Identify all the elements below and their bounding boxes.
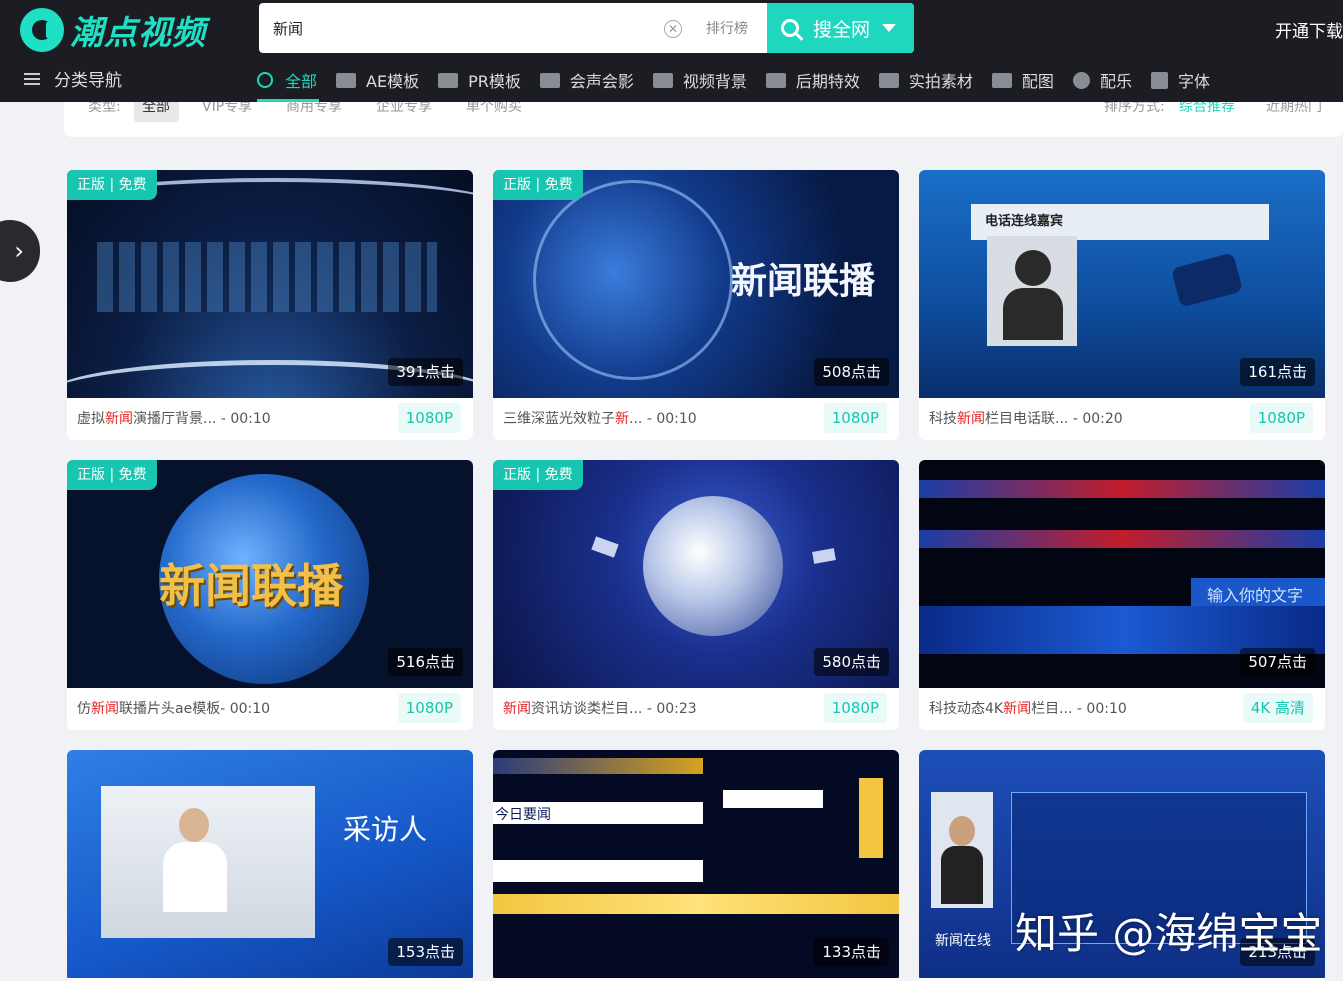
tab-fonts[interactable]: 字体 <box>1150 62 1229 98</box>
ae-icon <box>336 72 357 88</box>
image-icon <box>991 72 1012 88</box>
category-nav-label: 分类导航 <box>54 71 122 91</box>
video-card[interactable]: 采访人 153点击 <box>67 750 473 981</box>
resolution-badge: 4K 高清 <box>1242 693 1313 723</box>
logo-icon <box>20 8 64 52</box>
thumbnail-title: 新闻联播 <box>731 260 876 302</box>
tab-video-bg[interactable]: 视频背景 <box>652 62 766 98</box>
search-button-label: 搜全网 <box>813 18 871 41</box>
video-thumbnail[interactable]: 新闻联播 正版 | 免费 516点击 <box>67 460 473 688</box>
logo-text: 潮点视频 <box>70 13 206 52</box>
video-thumbnail[interactable]: 采访人 153点击 <box>67 750 473 978</box>
click-count: 580点击 <box>814 648 889 676</box>
resolution-badge: 1080P <box>823 693 887 723</box>
video-title[interactable]: 虚拟新闻演播厅背景... - 00:10 <box>77 408 271 428</box>
tab-label: PR模板 <box>468 72 521 91</box>
video-card[interactable]: 新闻联播 正版 | 免费 508点击 三维深蓝光效粒子新... - 00:10 … <box>493 170 899 440</box>
tab-all[interactable]: 全部 <box>257 62 336 102</box>
tab-music[interactable]: 配乐 <box>1072 62 1151 98</box>
tab-label: 配乐 <box>1099 72 1132 91</box>
thumbnail-title: 新闻在线 <box>935 933 991 949</box>
pr-icon <box>438 72 459 88</box>
video-title[interactable]: 新闻资讯访谈类栏目... - 00:23 <box>503 698 697 718</box>
click-count: 516点击 <box>388 648 463 676</box>
search-button[interactable]: 搜全网 <box>767 3 914 53</box>
tab-label: 字体 <box>1177 72 1210 91</box>
video-thumbnail[interactable]: 正版 | 免费 391点击 <box>67 170 473 398</box>
video-title[interactable]: 三维深蓝光效粒子新... - 00:10 <box>503 408 697 428</box>
category-nav-toggle[interactable]: 分类导航 <box>24 66 122 91</box>
license-badge: 正版 | 免费 <box>67 460 157 490</box>
video-thumbnail[interactable]: 电话连线嘉宾 161点击 <box>919 170 1325 398</box>
tab-ae[interactable]: AE模板 <box>336 62 438 98</box>
video-card[interactable]: 电话连线嘉宾 161点击 科技新闻栏目电话联... - 00:20 1080P <box>919 170 1325 440</box>
video-thumbnail[interactable]: 今日要闻 133点击 <box>493 750 899 978</box>
resolution-badge: 1080P <box>823 403 887 433</box>
chevron-down-icon[interactable] <box>882 24 897 32</box>
license-badge: 正版 | 免费 <box>493 460 583 490</box>
thumbnail-title: 今日要闻 <box>495 807 551 823</box>
video-icon <box>539 72 560 88</box>
video-title[interactable]: 仿新闻联播片头ae模板- 00:10 <box>77 698 270 718</box>
license-badge: 正版 | 免费 <box>493 170 583 200</box>
thumbnail-title: 输入你的文字 <box>1207 586 1304 605</box>
search-bar: ✕ 排行榜 搜全网 <box>259 3 914 53</box>
top-header: 潮点视频 ✕ 排行榜 搜全网 开通下载 分类导航 全部 AE模板 PR模板 会声… <box>0 0 1343 102</box>
video-card[interactable]: 输入你的文字 507点击 科技动态4K新闻栏目... - 00:10 4K 高清 <box>919 460 1325 730</box>
vip-download-link[interactable]: 开通下载 <box>1275 17 1343 42</box>
click-count: 153点击 <box>388 938 463 966</box>
video-title[interactable]: 科技动态4K新闻栏目... - 00:10 <box>929 698 1127 718</box>
tab-label: AE模板 <box>366 72 420 91</box>
resolution-badge: 1080P <box>397 693 461 723</box>
tab-images[interactable]: 配图 <box>991 62 1073 98</box>
click-count: 391点击 <box>388 358 463 386</box>
tab-label: 配图 <box>1021 72 1054 91</box>
tab-footage[interactable]: 实拍素材 <box>878 62 992 98</box>
tab-label: 全部 <box>285 72 318 91</box>
effects-icon <box>765 72 786 88</box>
menu-icon <box>24 72 40 85</box>
tab-vegas[interactable]: 会声会影 <box>539 62 653 98</box>
category-tabs: 全部 AE模板 PR模板 会声会影 视频背景 后期特效 实拍素材 配图 配乐 字… <box>257 62 1229 102</box>
license-badge: 正版 | 免费 <box>67 170 157 200</box>
tab-label: 视频背景 <box>682 72 747 91</box>
video-thumbnail[interactable]: 正版 | 免费 580点击 <box>493 460 899 688</box>
tab-label: 会声会影 <box>569 72 634 91</box>
search-icon <box>257 72 273 88</box>
camera-icon <box>878 72 899 88</box>
resolution-badge: 1080P <box>1249 403 1313 433</box>
video-title[interactable]: 科技新闻栏目电话联... - 00:20 <box>929 408 1123 428</box>
music-icon <box>1072 71 1090 89</box>
video-thumbnail[interactable]: 输入你的文字 507点击 <box>919 460 1325 688</box>
tab-label: 实拍素材 <box>908 72 973 91</box>
tab-effects[interactable]: 后期特效 <box>765 62 879 98</box>
video-card[interactable]: 正版 | 免费 391点击 虚拟新闻演播厅背景... - 00:10 1080P <box>67 170 473 440</box>
tab-label: 后期特效 <box>795 72 860 91</box>
side-expand-button[interactable]: › <box>0 220 40 282</box>
click-count: 508点击 <box>814 358 889 386</box>
click-count: 507点击 <box>1240 648 1315 676</box>
resolution-badge: 1080P <box>397 403 461 433</box>
thumbnail-title: 新闻联播 <box>159 559 343 613</box>
video-card[interactable]: 新闻联播 正版 | 免费 516点击 仿新闻联播片头ae模板- 00:10 10… <box>67 460 473 730</box>
font-icon <box>1150 71 1168 89</box>
click-count: 133点击 <box>814 938 889 966</box>
site-logo[interactable]: 潮点视频 <box>20 6 206 54</box>
video-card[interactable]: 正版 | 免费 580点击 新闻资讯访谈类栏目... - 00:23 1080P <box>493 460 899 730</box>
tab-pr[interactable]: PR模板 <box>438 62 540 98</box>
search-icon <box>781 19 799 37</box>
search-input[interactable] <box>273 3 653 53</box>
video-thumbnail[interactable]: 新闻联播 正版 | 免费 508点击 <box>493 170 899 398</box>
thumbnail-title: 电话连线嘉宾 <box>985 214 1064 229</box>
background-icon <box>652 72 673 88</box>
rank-link[interactable]: 排行榜 <box>706 18 748 38</box>
thumbnail-title: 采访人 <box>343 813 428 846</box>
clear-icon[interactable]: ✕ <box>664 20 682 38</box>
chevron-right-icon: › <box>14 237 24 265</box>
click-count: 161点击 <box>1240 358 1315 386</box>
watermark-text: 知乎 @海绵宝宝 <box>1015 909 1323 958</box>
video-card[interactable]: 今日要闻 133点击 <box>493 750 899 981</box>
